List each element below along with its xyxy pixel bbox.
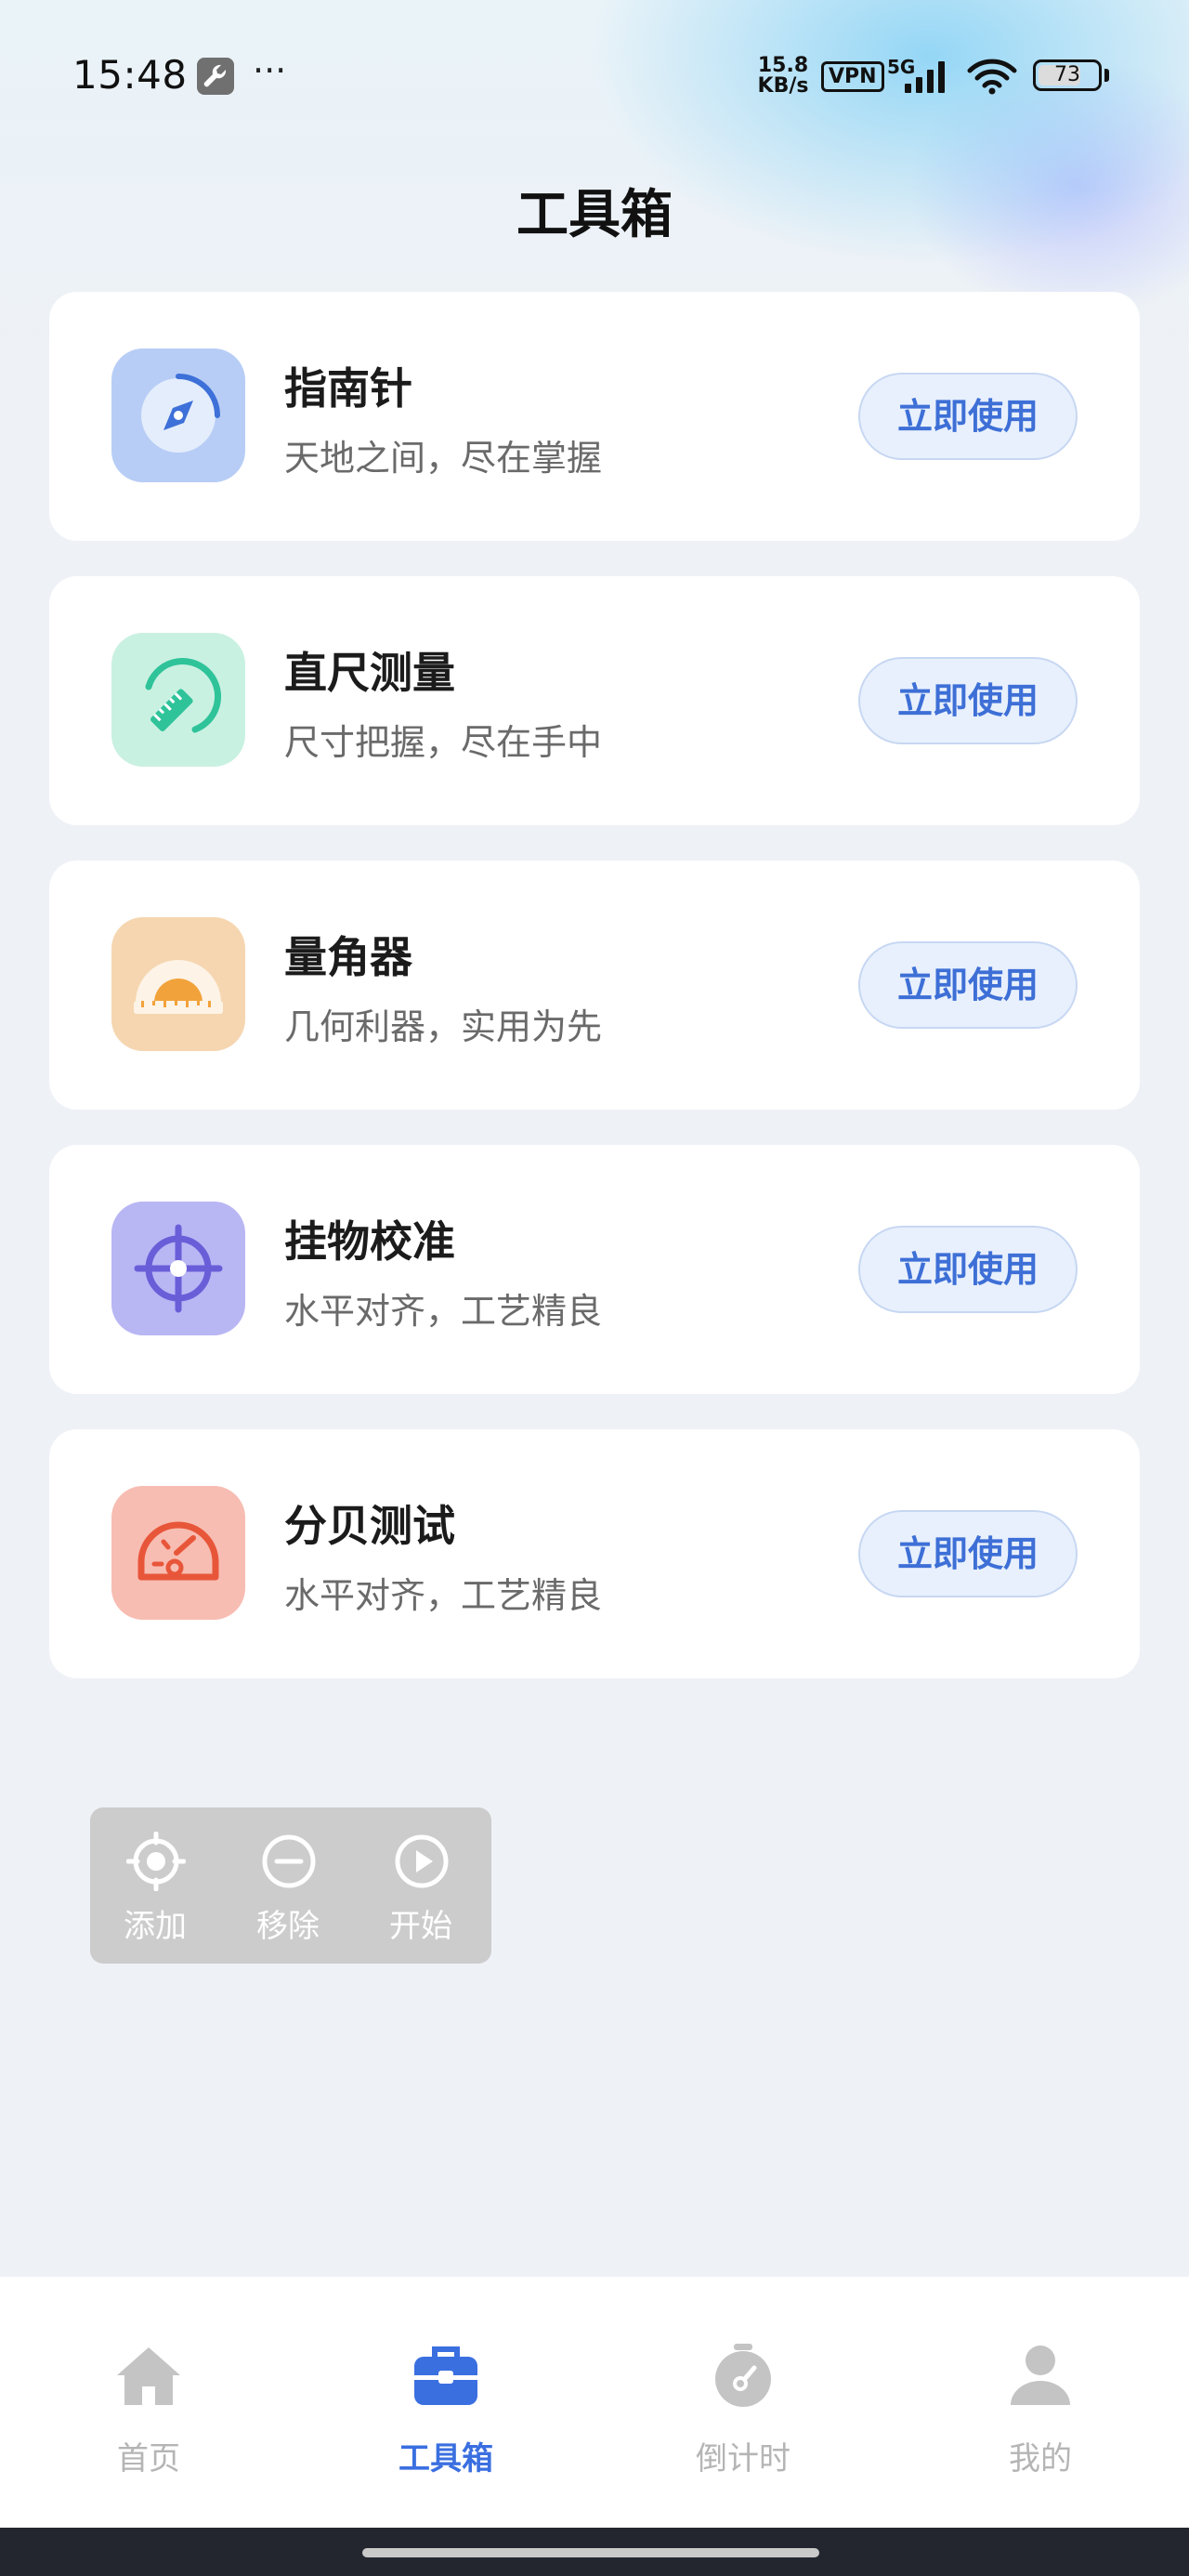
user-icon [1011,2346,1070,2405]
tool-name: 量角器 [284,932,412,982]
tool-card-decibel-test[interactable]: 分贝测试 水平对齐，工艺精良 立即使用 [49,1429,1140,1678]
battery-tip [1104,69,1109,82]
nav-item-home[interactable]: 首页 [0,2277,297,2528]
start-button[interactable]: 开始 [360,1807,481,1964]
decibel-meter-icon [111,1486,245,1620]
network-speed-unit: KB/s [757,74,809,98]
page-title: 工具箱 [516,185,673,245]
nav-label-countdown: 倒计时 [696,2440,790,2477]
compass-icon [111,348,245,482]
tool-card-protractor[interactable]: 量角器 几何利器，实用为先 立即使用 [49,861,1140,1110]
wifi-icon [966,58,1018,99]
play-circle-icon [395,1834,449,1888]
battery-percent: 73 [1054,63,1080,86]
use-now-button[interactable]: 立即使用 [858,1510,1078,1597]
tool-description: 几何利器，实用为先 [284,1006,603,1047]
nav-label-home: 首页 [117,2440,180,2477]
status-bar: 15:48 ··· 15.8 KB/s VPN 5G 73 [0,37,1189,121]
use-now-button[interactable]: 立即使用 [858,1226,1078,1313]
tool-card-hanging-calibration[interactable]: 挂物校准 水平对齐，工艺精良 立即使用 [49,1145,1140,1394]
use-now-button[interactable]: 立即使用 [858,657,1078,744]
status-time: 15:48 [72,52,188,98]
nav-label-toolbox: 工具箱 [399,2440,493,2477]
remove-button[interactable]: 移除 [228,1807,348,1964]
stopwatch-icon [715,2344,771,2407]
protractor-icon [111,917,245,1051]
home-indicator[interactable] [362,2548,819,2557]
crosshair-icon [111,1202,245,1335]
cellular-signal-icon [903,58,955,99]
tool-description: 水平对齐，工艺精良 [284,1575,603,1616]
network-speed: 15.8 KB/s [754,56,812,97]
home-icon [117,2347,180,2405]
battery-icon: 73 [1033,59,1102,91]
remove-label: 移除 [256,1908,320,1945]
bottom-navigation: 首页 工具箱 倒计时 我的 [0,2277,1189,2528]
vpn-badge: VPN [821,61,884,92]
wrench-icon [197,58,234,95]
system-gesture-bar [0,2528,1189,2576]
start-label: 开始 [389,1908,452,1945]
use-now-button[interactable]: 立即使用 [858,373,1078,460]
nav-label-mine: 我的 [1009,2440,1072,2477]
ruler-icon [111,633,245,767]
network-speed-value: 15.8 [757,54,809,77]
nav-item-toolbox[interactable]: 工具箱 [297,2277,594,2528]
tool-description: 天地之间，尽在掌握 [284,438,603,479]
tool-card-ruler[interactable]: 直尺测量 尺寸把握，尽在手中 立即使用 [49,576,1140,825]
tool-description: 尺寸把握，尽在手中 [284,722,603,763]
target-icon [126,1832,186,1891]
tool-card-compass[interactable]: 指南针 天地之间，尽在掌握 立即使用 [49,292,1140,541]
nav-item-countdown[interactable]: 倒计时 [594,2277,892,2528]
use-now-button[interactable]: 立即使用 [858,941,1078,1029]
tool-name: 直尺测量 [284,648,455,698]
floating-control-panel[interactable]: 添加 移除 开始 [90,1807,491,1964]
nav-item-mine[interactable]: 我的 [892,2277,1189,2528]
minus-circle-icon [262,1834,316,1888]
tool-description: 水平对齐，工艺精良 [284,1291,603,1332]
tool-name: 指南针 [284,363,412,414]
toolbox-icon [414,2346,477,2405]
tool-name: 挂物校准 [284,1216,455,1267]
add-label: 添加 [124,1908,187,1945]
more-notifications-icon: ··· [253,50,287,91]
tool-name: 分贝测试 [284,1501,455,1551]
add-button[interactable]: 添加 [95,1807,216,1964]
